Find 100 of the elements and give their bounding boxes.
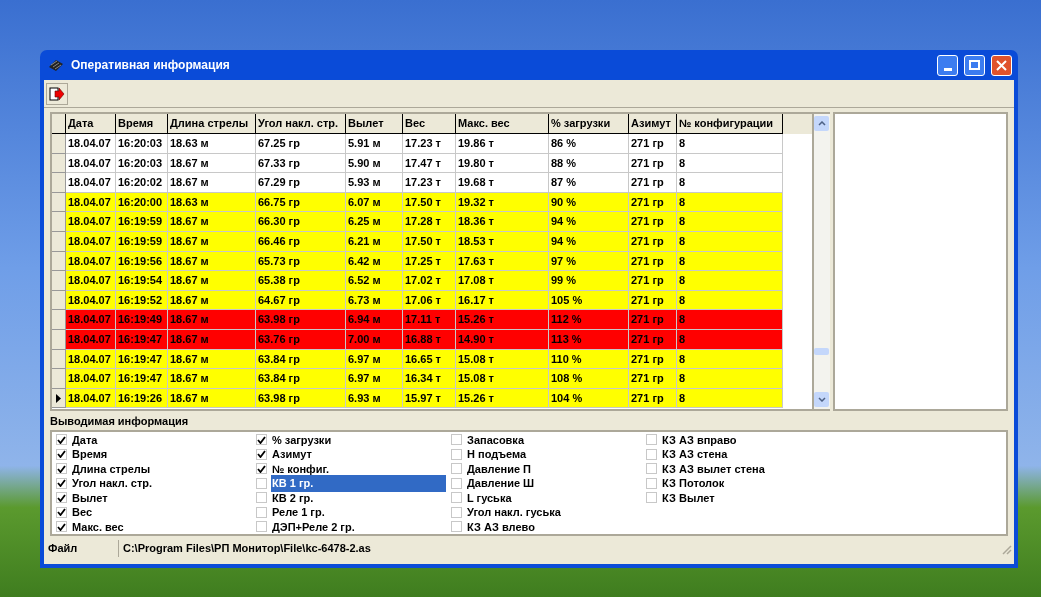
- checkbox[interactable]: [646, 448, 657, 460]
- checkbox[interactable]: [256, 448, 267, 460]
- table-row[interactable]: 18.04.07 16:19:47 18.67 м 63.76 гр 7.00 м 16.88 т 14.90 т 113 % 271 гр 8: [66, 329, 783, 350]
- table-row[interactable]: 18.04.07 16:19:52 18.67 м 64.67 гр 6.73 м 17.06 т 16.17 т 105 % 271 гр 8: [66, 290, 783, 311]
- checkbox-label[interactable]: Н подъема: [466, 446, 528, 463]
- checkbox-label[interactable]: Время: [71, 446, 109, 463]
- table-cell: 67.25 гр: [256, 134, 346, 154]
- table-cell: 271 гр: [629, 388, 677, 409]
- checkbox-label[interactable]: Давление Ш: [466, 475, 536, 492]
- checkbox-label[interactable]: КЗ АЗ вылет стена: [661, 460, 766, 477]
- checkbox[interactable]: [56, 477, 67, 489]
- checkbox[interactable]: [451, 492, 462, 504]
- table-row[interactable]: 18.04.07 16:19:59 18.67 м 66.30 гр 6.25 м 17.28 т 18.36 т 94 % 271 гр 8: [66, 212, 783, 232]
- checkbox-label[interactable]: L гуська: [466, 489, 513, 506]
- checkbox[interactable]: [451, 448, 462, 460]
- checkbox-label[interactable]: ДЭП+Реле 2 гр.: [271, 518, 356, 535]
- scroll-down-button[interactable]: [814, 392, 830, 407]
- checkbox-label[interactable]: Угол накл. гуська: [466, 504, 562, 521]
- checkbox[interactable]: [451, 521, 462, 533]
- resize-grip-icon[interactable]: [1000, 542, 1012, 555]
- export-button[interactable]: [46, 82, 68, 105]
- checkbox[interactable]: [646, 492, 657, 504]
- checkbox[interactable]: [646, 434, 657, 446]
- minimize-button[interactable]: [937, 54, 958, 76]
- table-cell: 271 гр: [629, 369, 677, 389]
- table-cell: 6.21 м: [346, 231, 403, 252]
- table-cell: 15.26 т: [456, 310, 549, 330]
- table-cell: 5.91 м: [346, 134, 403, 154]
- table-cell: 18.04.07: [66, 310, 116, 330]
- checkbox-label[interactable]: КЗ АЗ влево: [466, 518, 536, 535]
- checkbox-label[interactable]: Дата: [71, 431, 99, 448]
- checkbox-label[interactable]: Давление П: [466, 460, 533, 477]
- checkbox[interactable]: [256, 463, 267, 475]
- checkbox[interactable]: [256, 506, 267, 518]
- checkbox-label[interactable]: Вес: [71, 504, 94, 521]
- checkbox-label[interactable]: Длина стрелы: [71, 460, 152, 477]
- maximize-icon: [969, 60, 980, 70]
- checkbox-label[interactable]: КЗ АЗ вправо: [661, 431, 738, 448]
- checkbox-label[interactable]: КЗ Потолок: [661, 475, 726, 492]
- table-cell: 271 гр: [629, 329, 677, 350]
- checkbox[interactable]: [56, 463, 67, 475]
- file-path: C:\Program Files\РП Монитор\File\kc-6478-2.as: [118, 540, 998, 557]
- checkbox-label[interactable]: КВ 1 гр.: [271, 475, 446, 492]
- table-cell: 19.68 т: [456, 173, 549, 193]
- checkbox[interactable]: [56, 492, 67, 504]
- checkbox[interactable]: [451, 463, 462, 475]
- table-cell: 8: [677, 388, 783, 409]
- checkbox[interactable]: [646, 463, 657, 475]
- checkbox-label[interactable]: Реле 1 гр.: [271, 504, 326, 521]
- table-row[interactable]: 18.04.07 16:19:26 18.67 м 63.98 гр 6.93 м 15.97 т 15.26 т 104 % 271 гр 8: [66, 388, 783, 409]
- checkbox[interactable]: [56, 448, 67, 460]
- table-cell: 18.36 т: [456, 212, 549, 232]
- maximize-button[interactable]: [964, 54, 985, 76]
- table-row[interactable]: 18.04.07 16:19:47 18.67 м 63.84 гр 6.97 м 16.65 т 15.08 т 110 % 271 гр 8: [66, 349, 783, 370]
- checkbox[interactable]: [256, 521, 267, 533]
- table-cell: 5.93 м: [346, 173, 403, 193]
- checkbox[interactable]: [451, 477, 462, 489]
- table-cell: 18.67 м: [168, 329, 256, 350]
- table-cell: 16:19:54: [116, 271, 168, 291]
- checkbox[interactable]: [646, 477, 657, 489]
- status-label: Файл: [47, 541, 79, 557]
- table-row[interactable]: 18.04.07 16:19:54 18.67 м 65.38 гр 6.52 м 17.02 т 17.08 т 99 % 271 гр 8: [66, 271, 783, 291]
- checkbox[interactable]: [256, 434, 267, 446]
- table-row[interactable]: 18.04.07 16:20:02 18.67 м 67.29 гр 5.93 м 17.23 т 19.68 т 87 % 271 гр 8: [66, 173, 783, 193]
- table-row[interactable]: 18.04.07 16:19:49 18.67 м 63.98 гр 6.94 м 17.11 т 15.26 т 112 % 271 гр 8: [66, 310, 783, 330]
- checkbox[interactable]: [451, 434, 462, 446]
- table-row[interactable]: 18.04.07 16:20:03 18.63 м 67.25 гр 5.91 м 17.23 т 19.86 т 86 % 271 гр 8: [66, 134, 783, 154]
- table-cell: 271 гр: [629, 271, 677, 291]
- checkbox[interactable]: [256, 492, 267, 504]
- checkbox[interactable]: [56, 434, 67, 446]
- checkbox[interactable]: [56, 506, 67, 518]
- table-cell: 99 %: [549, 271, 629, 291]
- checkbox-label[interactable]: КЗ Вылет: [661, 489, 716, 506]
- checkbox[interactable]: [56, 521, 67, 533]
- checkbox[interactable]: [256, 477, 267, 489]
- checkbox-label[interactable]: Вылет: [71, 489, 109, 506]
- checkbox-label[interactable]: Макс. вес: [71, 518, 125, 535]
- table-row[interactable]: 18.04.07 16:19:47 18.67 м 63.84 гр 6.97 м 16.34 т 15.08 т 108 % 271 гр 8: [66, 369, 783, 389]
- checkbox-label[interactable]: Азимут: [271, 446, 313, 463]
- row-indicator[interactable]: [52, 388, 66, 409]
- scroll-up-button[interactable]: [814, 116, 830, 131]
- checkbox-label[interactable]: Угол накл. стр.: [71, 475, 154, 492]
- checkbox[interactable]: [451, 506, 462, 518]
- table-cell: 65.38 гр: [256, 271, 346, 291]
- table-row[interactable]: 18.04.07 16:19:56 18.67 м 65.73 гр 6.42 м 17.25 т 17.63 т 97 % 271 гр 8: [66, 251, 783, 272]
- checkbox-label[interactable]: Запасовка: [466, 431, 525, 448]
- scrollbar[interactable]: [814, 112, 830, 411]
- checkbox-label[interactable]: % загрузки: [271, 431, 333, 448]
- scroll-thumb[interactable]: [814, 348, 830, 355]
- close-button[interactable]: [991, 54, 1012, 76]
- table-cell: 16:20:03: [116, 134, 168, 154]
- checkbox-label[interactable]: КЗ АЗ стена: [661, 446, 729, 463]
- table-cell: 19.86 т: [456, 134, 549, 154]
- table-row[interactable]: 18.04.07 16:20:03 18.67 м 67.33 гр 5.90 м 17.47 т 19.80 т 88 % 271 гр 8: [66, 153, 783, 174]
- table-row[interactable]: 18.04.07 16:20:00 18.63 м 66.75 гр 6.07 м 17.50 т 19.32 т 90 % 271 гр 8: [66, 192, 783, 213]
- table-cell: 18.67 м: [168, 310, 256, 330]
- table-cell: 271 гр: [629, 134, 677, 154]
- checkbox-label[interactable]: КВ 2 гр.: [271, 489, 315, 506]
- table-row[interactable]: 18.04.07 16:19:59 18.67 м 66.46 гр 6.21 м 17.50 т 18.53 т 94 % 271 гр 8: [66, 231, 783, 252]
- checkbox-label[interactable]: № конфиг.: [271, 460, 330, 477]
